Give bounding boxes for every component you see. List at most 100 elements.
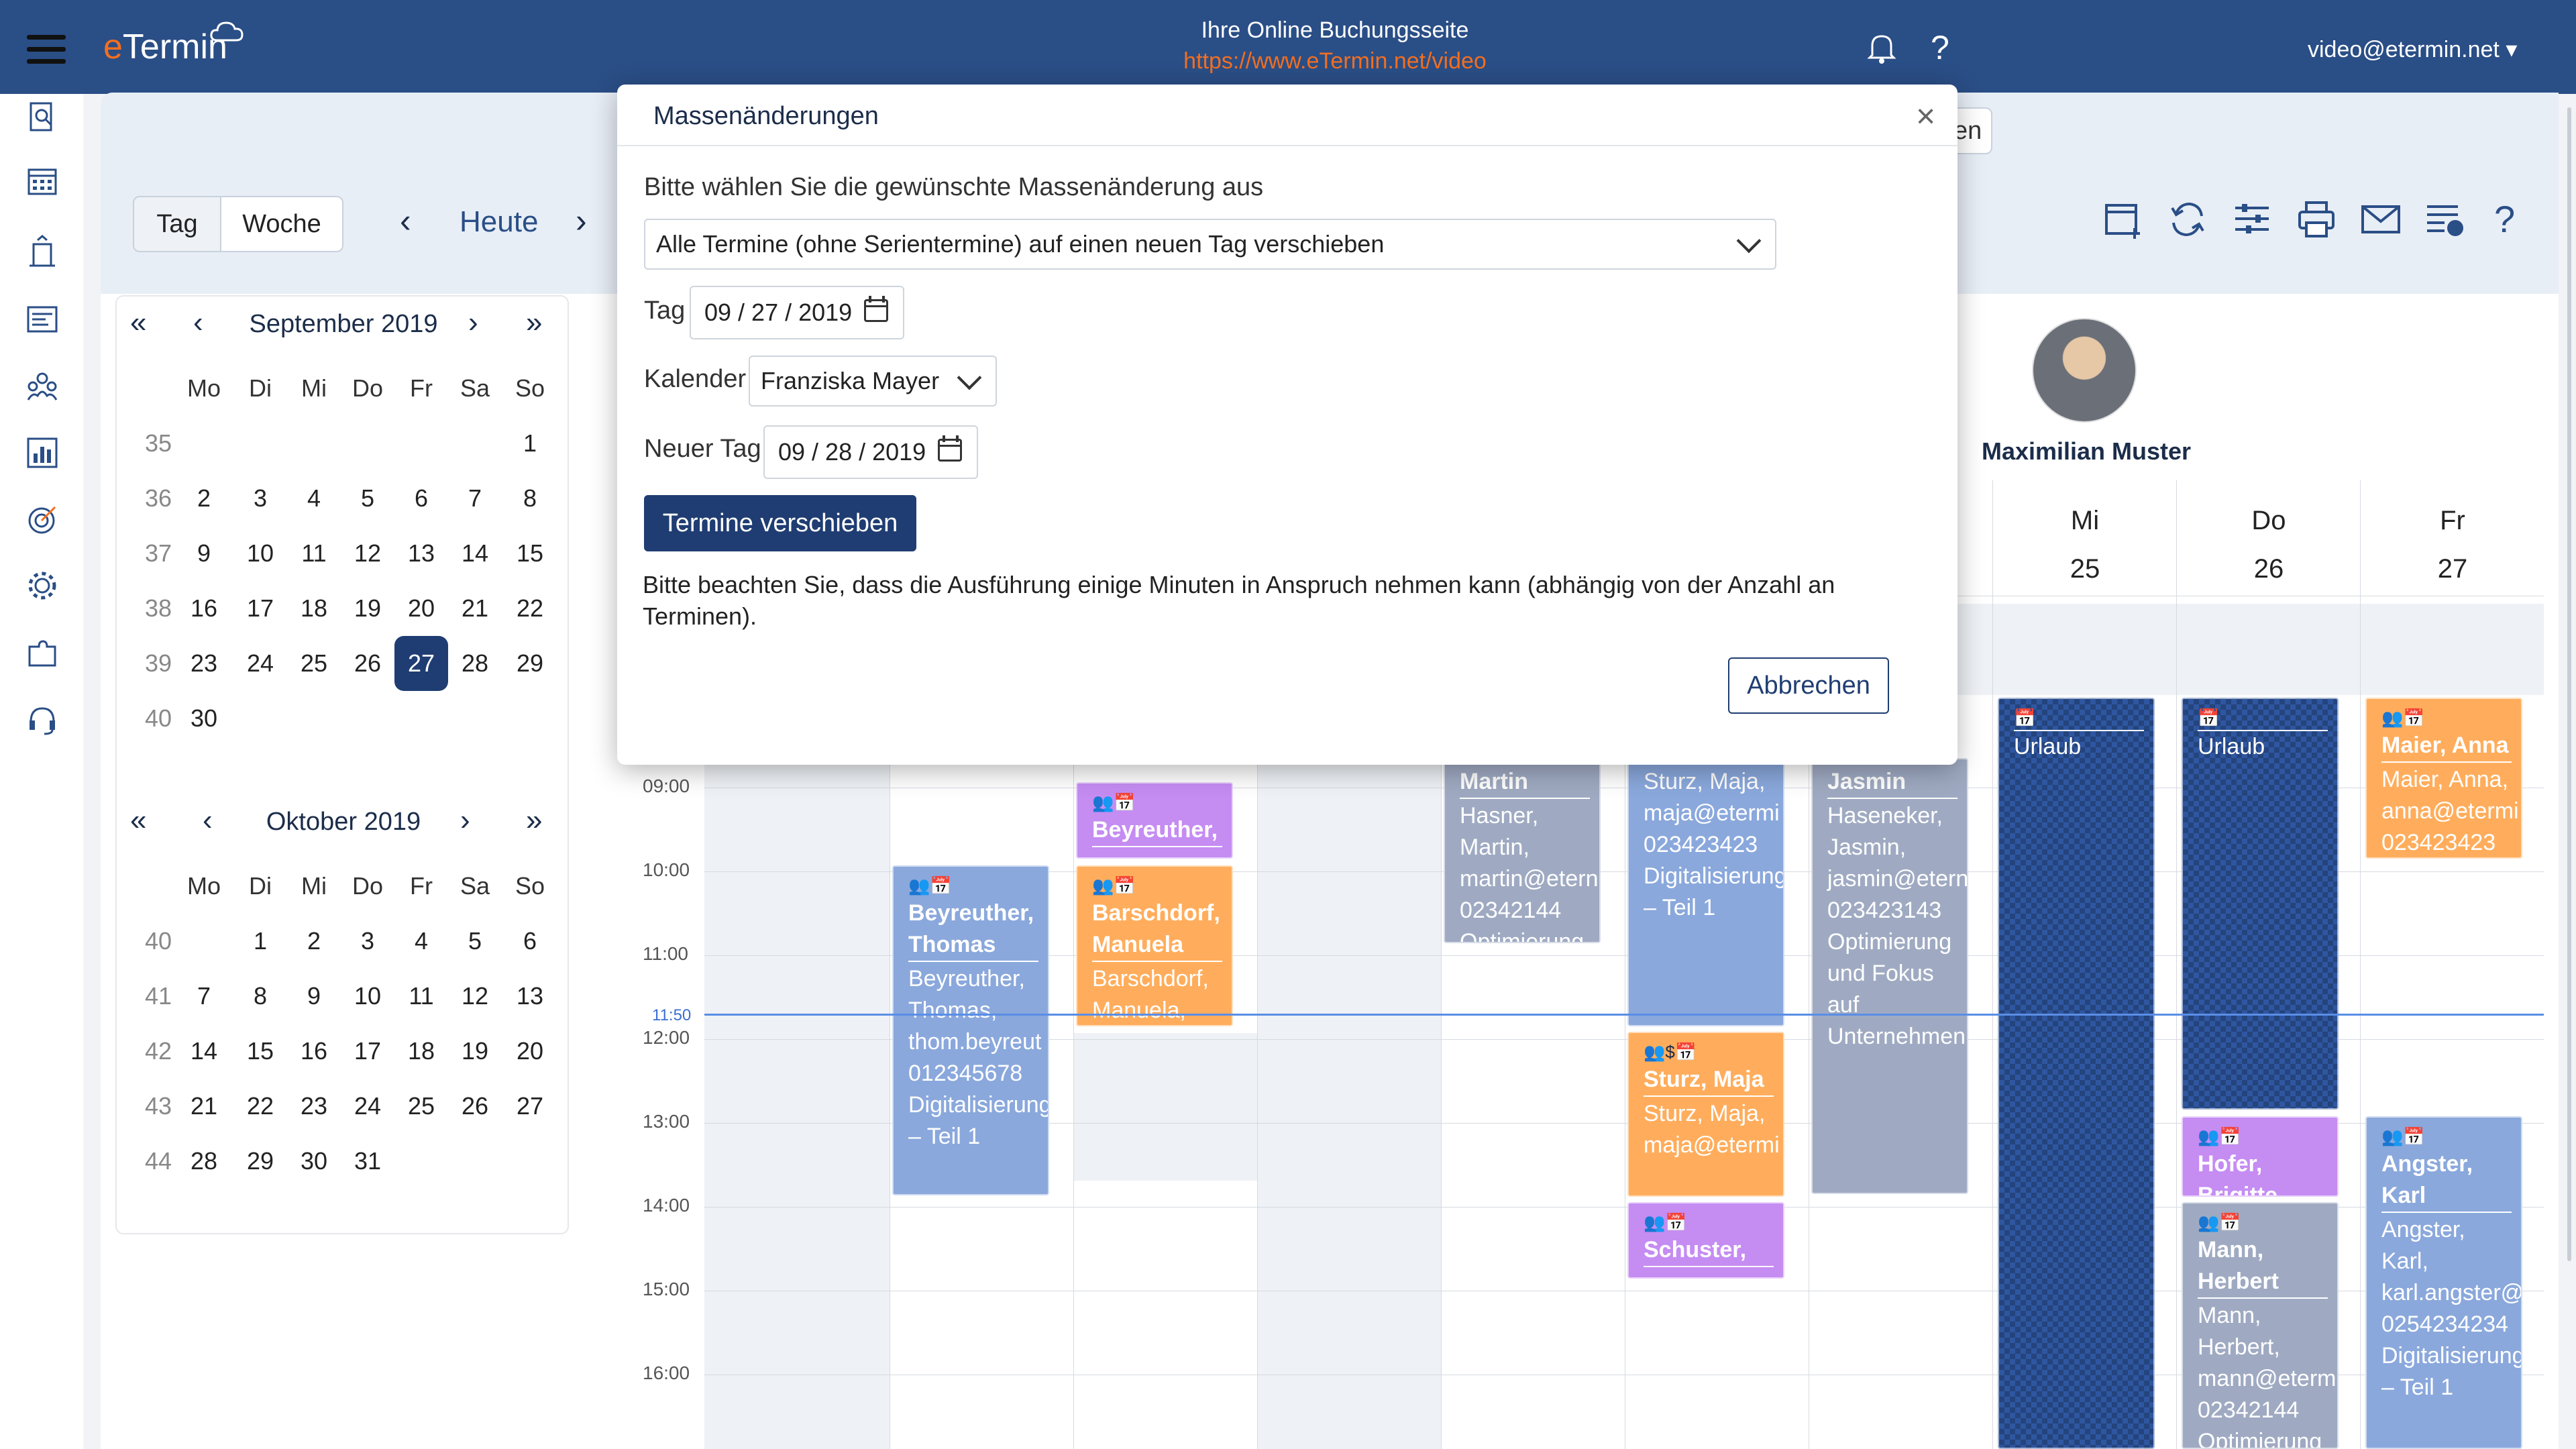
avatar[interactable] <box>2032 318 2137 423</box>
day-cell[interactable]: 6 <box>394 471 448 526</box>
day-cell[interactable]: 8 <box>233 969 287 1024</box>
booking-page-link[interactable]: https://www.eTermin.net/video <box>1100 48 1570 74</box>
day-cell[interactable]: 5 <box>341 471 394 526</box>
cancel-button[interactable]: Abbrechen <box>1728 657 1889 714</box>
puzzle-icon[interactable] <box>25 636 59 669</box>
day-cell[interactable]: 9 <box>287 969 341 1024</box>
settings-gear-icon[interactable] <box>25 569 59 602</box>
support-icon[interactable] <box>25 703 59 737</box>
day-cell-selected[interactable]: 27 <box>394 636 448 691</box>
tab-week[interactable]: Woche <box>220 196 343 252</box>
calendar-select[interactable]: Franziska Mayer <box>749 356 997 407</box>
day-cell[interactable]: 16 <box>287 1024 341 1079</box>
help-question-icon[interactable]: ? <box>2494 199 2536 240</box>
day-cell[interactable]: 17 <box>233 581 287 636</box>
day-cell[interactable]: 12 <box>341 526 394 581</box>
appointment-card[interactable]: 👥📅 Mann, Herbert Mann, Herbert, mann@eterm 02… <box>2182 1202 2339 1449</box>
new-day-date-input[interactable]: 09 / 28 / 2019 <box>763 425 978 479</box>
calendar-picker-icon[interactable] <box>938 435 962 462</box>
print-icon[interactable] <box>2296 199 2337 240</box>
day-cell[interactable]: 17 <box>341 1024 394 1079</box>
day-cell[interactable]: 18 <box>287 581 341 636</box>
day-cell[interactable]: 22 <box>233 1079 287 1134</box>
day-cell[interactable]: 19 <box>448 1024 502 1079</box>
appointment-card[interactable]: Jasmin Haseneker, Jasmin, jasmin@etern 02342… <box>1811 758 1968 1194</box>
today-button[interactable]: Heute <box>460 205 538 239</box>
bulk-action-select[interactable]: Alle Termine (ohne Serientermine) auf ei… <box>644 219 1776 270</box>
search-doc-icon[interactable] <box>25 101 59 134</box>
day-cell[interactable]: 21 <box>177 1079 231 1134</box>
day-cell[interactable]: 11 <box>287 526 341 581</box>
next-year-double-chevron-icon[interactable]: » <box>526 306 542 339</box>
day-cell[interactable]: 12 <box>448 969 502 1024</box>
day-header-fri[interactable]: Fr 27 <box>2361 496 2544 593</box>
day-cell[interactable]: 9 <box>177 526 231 581</box>
prev-month-chevron-icon[interactable]: ‹ <box>193 306 203 339</box>
list-export-icon[interactable] <box>2424 199 2466 240</box>
day-cell[interactable]: 5 <box>448 914 502 969</box>
next-week-chevron-icon[interactable]: › <box>576 201 587 240</box>
day-cell[interactable]: 31 <box>341 1134 394 1189</box>
day-cell[interactable]: 3 <box>233 471 287 526</box>
appointment-card[interactable]: 👥📅 Schuster, <box>1627 1202 1784 1279</box>
day-cell[interactable]: 29 <box>233 1134 287 1189</box>
day-cell[interactable]: 30 <box>287 1134 341 1189</box>
appointment-card[interactable]: 👥📅 Angster, Karl Angster, Karl, karl.angster… <box>2365 1116 2522 1449</box>
appointment-card[interactable]: 👥📅 Barschdorf, Manuela Barschdorf, Manuela, <box>1076 865 1233 1026</box>
day-cell[interactable]: 21 <box>448 581 502 636</box>
appointment-card[interactable]: Sturz, Maja, maja@etermi 023423423 Digitali… <box>1627 758 1784 1026</box>
day-cell[interactable]: 3 <box>341 914 394 969</box>
day-cell[interactable]: 28 <box>448 636 502 691</box>
next-month-chevron-icon[interactable]: › <box>460 804 470 837</box>
day-cell[interactable]: 16 <box>177 581 231 636</box>
day-cell[interactable]: 27 <box>503 1079 557 1134</box>
day-cell[interactable]: 29 <box>503 636 557 691</box>
day-cell[interactable]: 24 <box>341 1079 394 1134</box>
mail-icon[interactable] <box>2360 199 2402 240</box>
day-cell[interactable]: 4 <box>287 471 341 526</box>
filter-sliders-icon[interactable] <box>2231 199 2273 240</box>
appointment-card[interactable]: 👥📅 Maier, Anna Maier, Anna, anna@etermi 0234… <box>2365 698 2522 859</box>
building-chart-icon[interactable] <box>25 235 59 268</box>
day-cell[interactable]: 10 <box>341 969 394 1024</box>
day-cell[interactable]: 18 <box>394 1024 448 1079</box>
close-icon[interactable]: × <box>1916 97 1935 136</box>
page-scrollbar[interactable] <box>2565 107 2573 1449</box>
day-cell[interactable]: 25 <box>394 1079 448 1134</box>
day-cell[interactable]: 23 <box>177 636 231 691</box>
day-cell[interactable]: 1 <box>233 914 287 969</box>
hamburger-menu-icon[interactable] <box>27 35 66 64</box>
add-appointment-icon[interactable] <box>2102 199 2144 240</box>
appointment-card[interactable]: 👥📅 Hofer, Brigitte <box>2182 1116 2339 1197</box>
day-cell[interactable]: 22 <box>503 581 557 636</box>
day-cell[interactable]: 20 <box>394 581 448 636</box>
day-cell[interactable]: 25 <box>287 636 341 691</box>
day-header-thu[interactable]: Do 26 <box>2178 496 2360 593</box>
day-cell[interactable]: 26 <box>341 636 394 691</box>
appointment-card[interactable]: 👥📅 Beyreuther, Thomas Beyreuther, Thomas, th… <box>892 865 1049 1195</box>
day-cell[interactable]: 7 <box>448 471 502 526</box>
bar-chart-icon[interactable] <box>25 436 59 470</box>
day-cell[interactable]: 28 <box>177 1134 231 1189</box>
day-cell[interactable]: 11 <box>394 969 448 1024</box>
day-cell[interactable]: 26 <box>448 1079 502 1134</box>
day-cell[interactable]: 7 <box>177 969 231 1024</box>
team-icon[interactable] <box>25 369 59 402</box>
appointment-card[interactable]: Martin Hasner, Martin, martin@etern 02342144… <box>1444 758 1601 943</box>
day-cell[interactable]: 6 <box>503 914 557 969</box>
prev-year-double-chevron-icon[interactable]: « <box>130 306 146 339</box>
day-cell[interactable]: 23 <box>287 1079 341 1134</box>
appointment-card[interactable]: 📅 Urlaub <box>1998 698 2155 1449</box>
day-cell[interactable]: 4 <box>394 914 448 969</box>
day-cell[interactable]: 19 <box>341 581 394 636</box>
next-month-chevron-icon[interactable]: › <box>468 306 478 339</box>
day-cell[interactable]: 2 <box>287 914 341 969</box>
day-cell[interactable]: 13 <box>503 969 557 1024</box>
user-menu[interactable]: video@etermin.net ▾ <box>2308 36 2517 63</box>
day-header-wed[interactable]: Mi 25 <box>1994 496 2176 593</box>
day-cell[interactable]: 30 <box>177 691 231 746</box>
day-cell[interactable]: 13 <box>394 526 448 581</box>
calendar-picker-icon[interactable] <box>864 296 888 322</box>
calendar-icon[interactable] <box>25 164 59 197</box>
day-cell[interactable]: 10 <box>233 526 287 581</box>
